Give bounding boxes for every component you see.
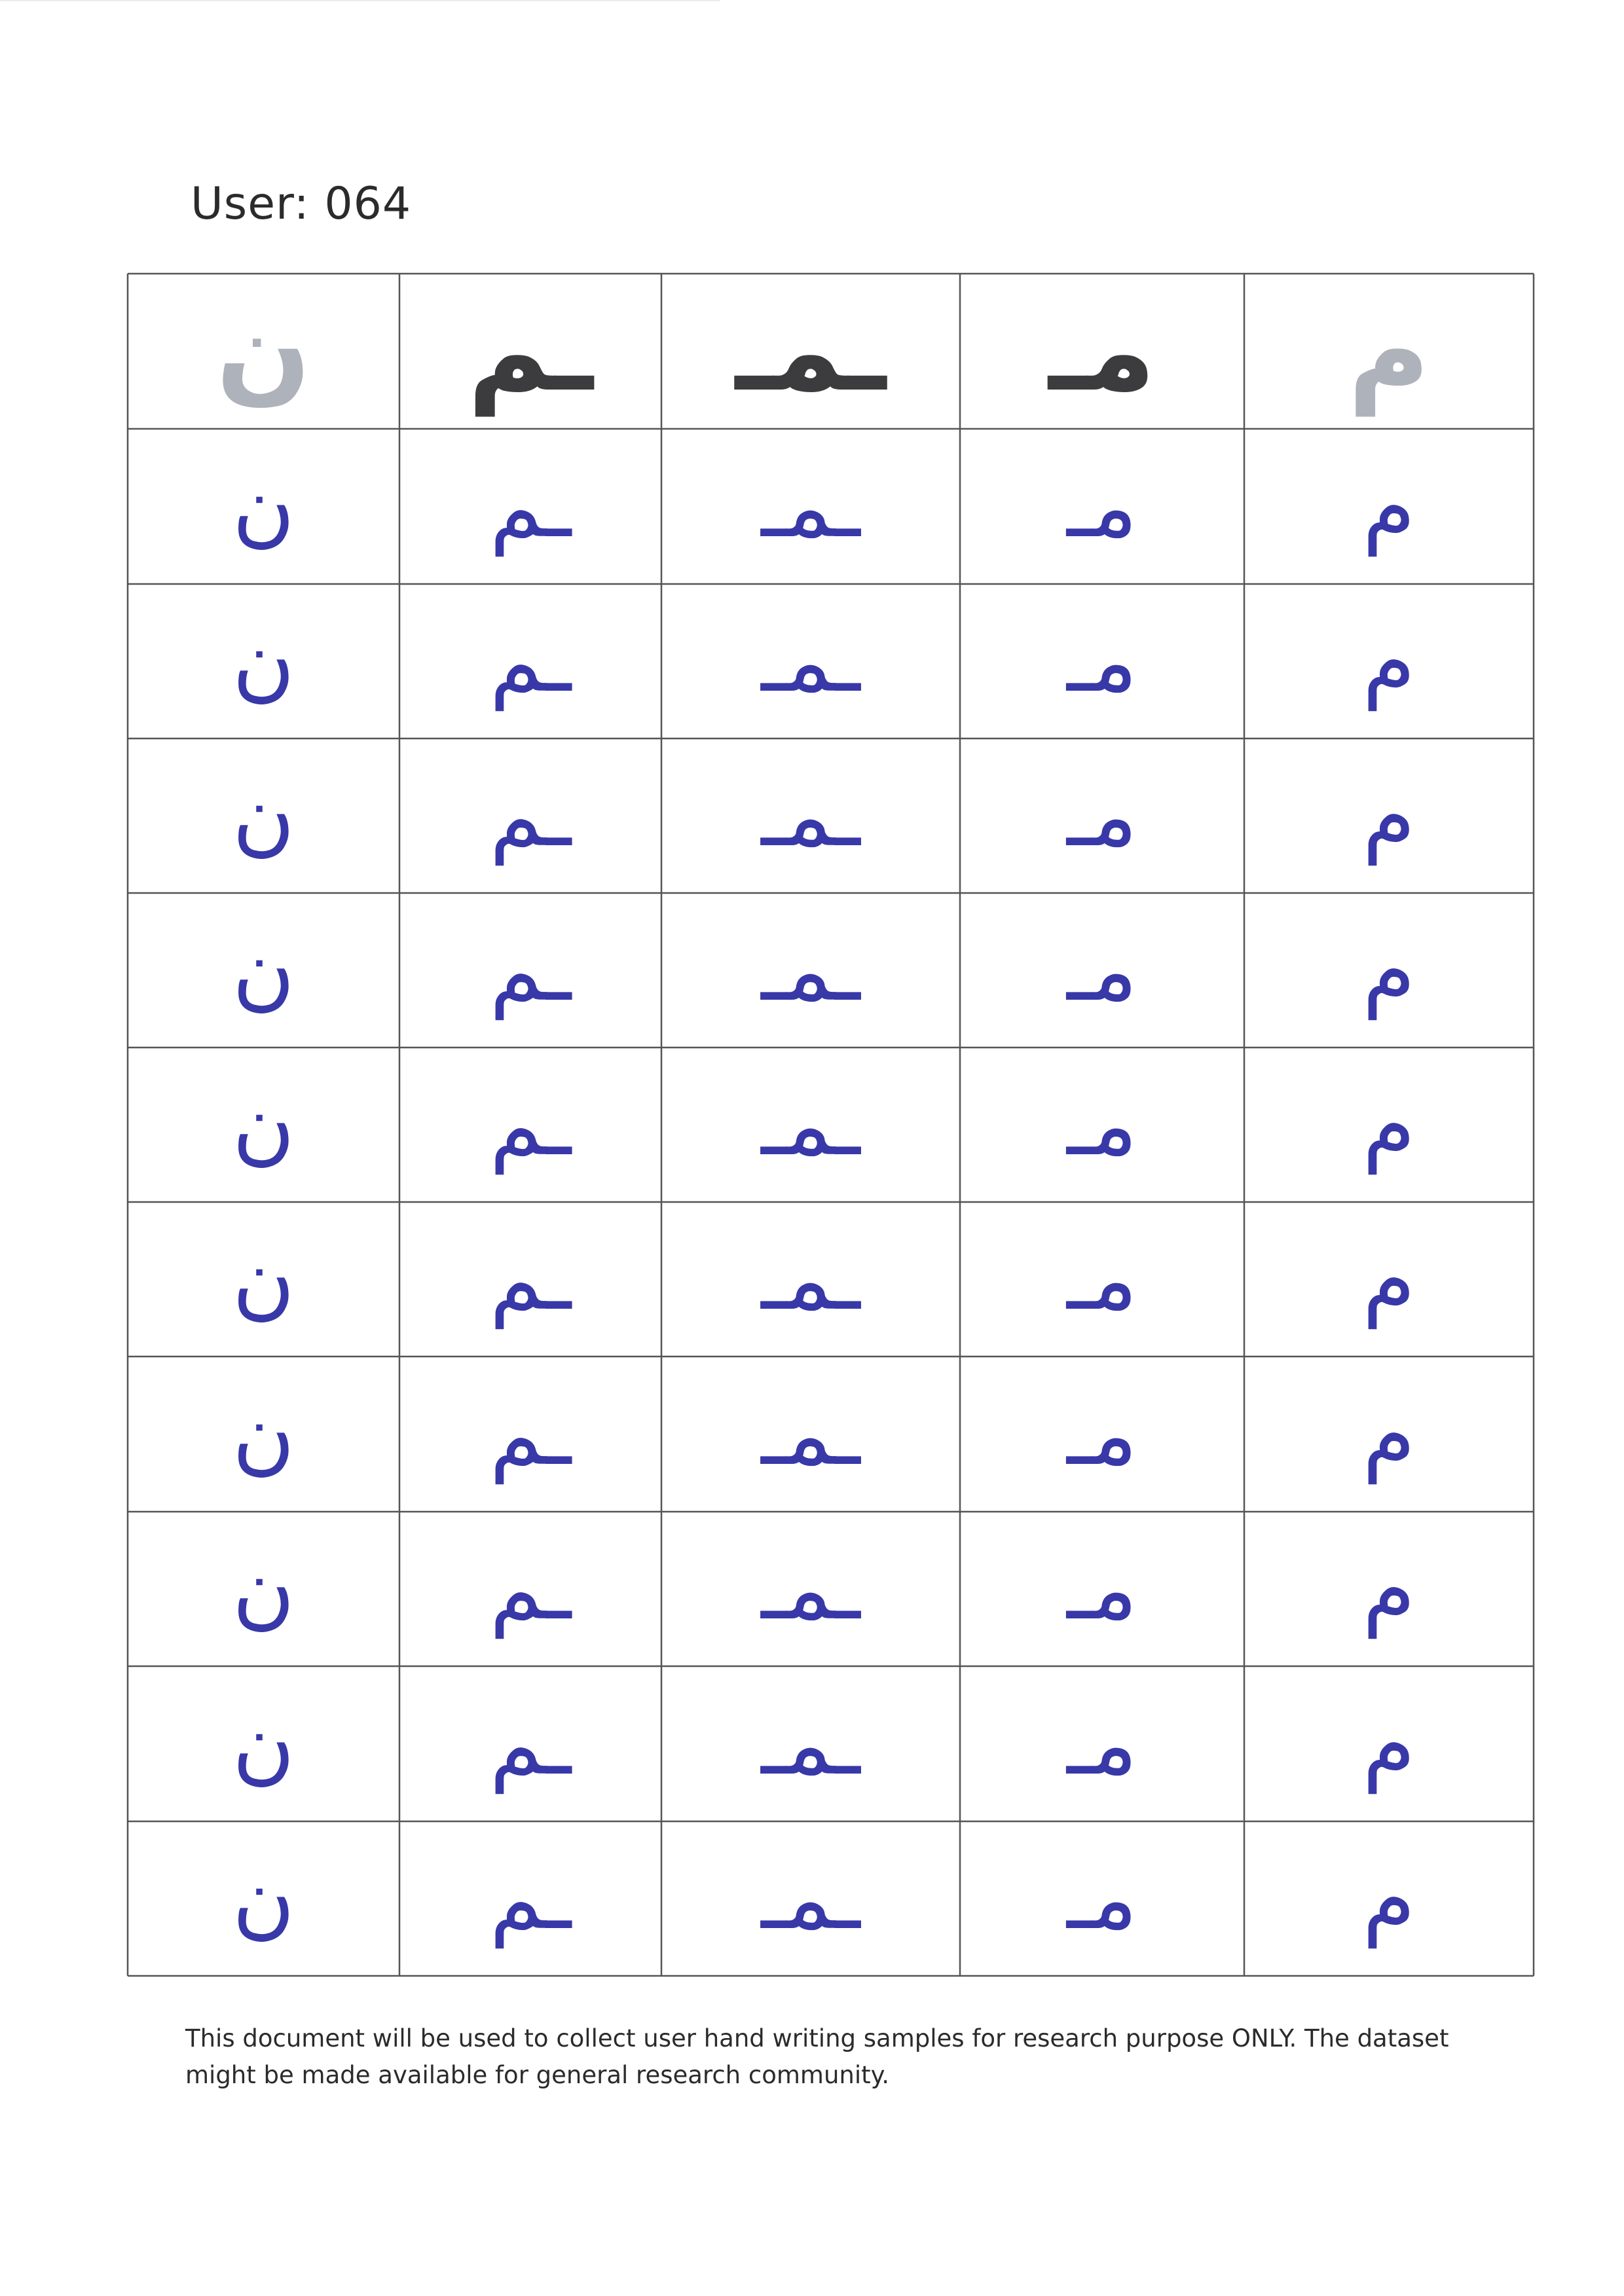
handwritten-sample: م [1362,1230,1416,1329]
handwritten-sample: ـم [489,1230,572,1329]
handwritten-sample: ـم [489,920,572,1020]
handwritten-sample: ن [232,456,295,556]
handwritten-sample: مـ [1067,611,1137,711]
reference-glyph: م [1348,286,1430,416]
handwritten-sample: ـم [489,1849,572,1948]
handwritten-sample: ـمـ [761,1539,860,1639]
handwritten-sample: م [1362,1075,1416,1175]
handwritten-sample: م [1362,1849,1416,1948]
handwritten-sample: م [1362,920,1416,1020]
reference-glyph: مـ [1048,286,1156,416]
handwritten-sample: ن [232,1849,295,1948]
reference-glyph: ن [215,286,312,416]
disclaimer-line-1: This document will be used to collect us… [185,2024,1449,2052]
handwritten-sample: م [1362,1694,1416,1794]
handwritten-sample: مـ [1067,456,1137,556]
handwritten-sample: م [1362,611,1416,711]
handwritten-sample: ـمـ [761,1075,860,1175]
handwritten-sample: م [1362,766,1416,866]
handwritten-sample: ـمـ [761,1230,860,1329]
handwritten-sample: ـم [489,1384,572,1484]
handwritten-sample: م [1362,1384,1416,1484]
handwritten-sample: ـمـ [761,1384,860,1484]
handwritten-sample: ن [232,1230,295,1329]
reference-glyph: ـم [468,286,593,416]
handwritten-sample: ـم [489,1539,572,1639]
handwritten-sample: ن [232,611,295,711]
handwritten-sample: ـم [489,1075,572,1175]
handwritten-sample: مـ [1067,1849,1137,1948]
handwritten-sample: ن [232,920,295,1020]
handwritten-sample: م [1362,456,1416,556]
handwritten-sample: مـ [1067,1694,1137,1794]
reference-glyph: ـمـ [735,286,887,416]
handwritten-sample: ـمـ [761,766,860,866]
handwritten-sample: ـم [489,456,572,556]
handwritten-sample: ـم [489,766,572,866]
handwritten-sample: ـم [489,1694,572,1794]
handwritten-sample: ن [232,1075,295,1175]
handwritten-sample: ـم [489,611,572,711]
handwritten-sample: ن [232,1384,295,1484]
handwritten-sample: ـمـ [761,611,860,711]
handwritten-sample: ن [232,1694,295,1794]
disclaimer-line-2: might be made available for general rese… [185,2061,890,2089]
handwritten-sample: ـمـ [761,920,860,1020]
handwritten-sample: مـ [1067,766,1137,866]
handwritten-sample: مـ [1067,1539,1137,1639]
research-disclaimer: This document will be used to collect us… [185,2020,1495,2094]
handwritten-sample: ـمـ [761,1849,860,1948]
handwritten-sample: ن [232,766,295,866]
handwritten-sample: ن [232,1539,295,1639]
handwritten-sample: ـمـ [761,456,860,556]
handwritten-sample: ـمـ [761,1694,860,1794]
handwritten-sample: مـ [1067,1230,1137,1329]
handwritten-sample: مـ [1067,1384,1137,1484]
handwritten-sample: مـ [1067,1075,1137,1175]
handwritten-sample: م [1362,1539,1416,1639]
handwritten-sample: مـ [1067,920,1137,1020]
